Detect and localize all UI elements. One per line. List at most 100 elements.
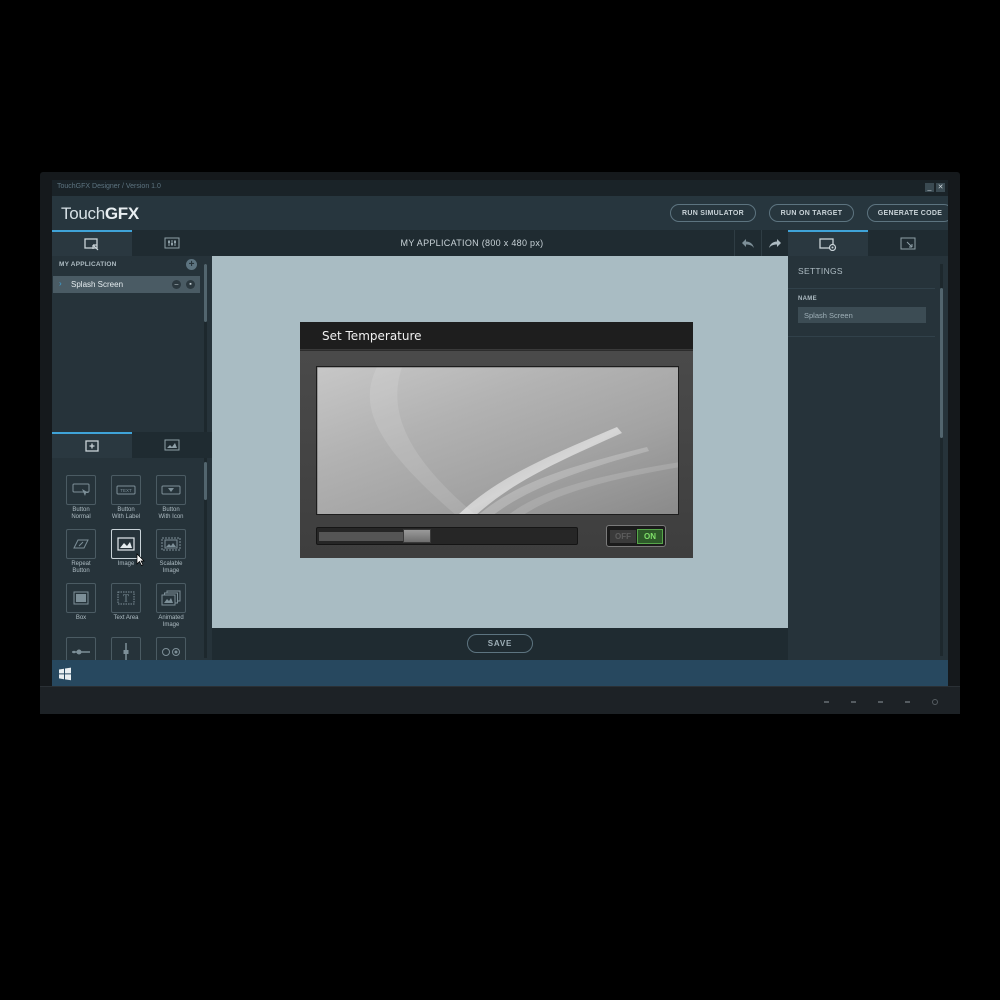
undo-button[interactable] xyxy=(734,230,761,256)
display-image[interactable] xyxy=(316,366,679,515)
generate-code-button[interactable]: GENERATE CODE xyxy=(867,204,948,222)
undo-redo-group xyxy=(734,230,788,256)
box-icon xyxy=(66,583,96,613)
screen-settings-icon xyxy=(819,237,837,251)
run-on-target-button[interactable]: RUN ON TARGET xyxy=(769,204,854,222)
widget-button-with-label[interactable]: TEXT Button With Label xyxy=(109,475,143,521)
mouse-cursor-icon xyxy=(136,553,145,566)
widgets-scroll-thumb[interactable] xyxy=(204,462,207,500)
device-title: Set Temperature xyxy=(322,329,422,343)
image-list-icon xyxy=(164,439,180,451)
tab-screens[interactable] xyxy=(52,230,132,256)
slider-knob[interactable] xyxy=(403,529,431,543)
icon-button-icon xyxy=(156,475,186,505)
app-header: TouchGFX RUN SIMULATOR RUN ON TARGET GEN… xyxy=(52,196,948,230)
widget-scalable-image[interactable]: Scalable Image xyxy=(154,529,188,575)
select-screen-icon xyxy=(84,237,99,250)
add-screen-icon[interactable]: + xyxy=(186,259,197,270)
power-icon[interactable] xyxy=(932,699,938,705)
right-panel: SETTINGS NAME xyxy=(788,230,948,660)
undo-icon xyxy=(742,238,754,248)
monitor-button[interactable] xyxy=(851,701,856,703)
sliders-icon xyxy=(164,237,180,249)
toggle-off-label: OFF xyxy=(610,530,636,543)
widget-label: Animated Image xyxy=(158,615,184,628)
widget-button-with-icon[interactable]: Button With Icon xyxy=(154,475,188,521)
device-body: OFF ON xyxy=(300,351,693,558)
monitor-buttons xyxy=(824,699,938,705)
widget-label: Box xyxy=(75,615,87,621)
settings-divider xyxy=(788,288,935,289)
close-button[interactable]: ✕ xyxy=(936,183,945,192)
remove-screen-icon[interactable]: – xyxy=(172,280,181,289)
widgets-scrollbar[interactable] xyxy=(204,462,207,658)
screens-scroll-thumb[interactable] xyxy=(204,264,207,322)
tab-transitions[interactable] xyxy=(868,230,948,256)
design-footer: SAVE xyxy=(212,628,788,660)
widget-label: Text Area xyxy=(113,615,139,621)
slider-fill xyxy=(319,532,403,541)
minimize-button[interactable]: _ xyxy=(925,183,934,192)
monitor-button[interactable] xyxy=(905,701,910,703)
monitor-button[interactable] xyxy=(878,701,883,703)
repeat-button-icon xyxy=(66,529,96,559)
redo-button[interactable] xyxy=(761,230,788,256)
window-titlebar: TouchGFX Designer / Version 1.0 _ ✕ xyxy=(52,180,948,196)
temperature-slider[interactable] xyxy=(316,527,578,545)
tab-properties[interactable] xyxy=(132,230,212,256)
tab-image-list[interactable] xyxy=(132,432,212,458)
widget-tabbar xyxy=(52,432,212,458)
on-off-toggle[interactable]: OFF ON xyxy=(606,525,666,547)
widget-box[interactable]: Box xyxy=(64,583,98,622)
screen-item-label: Splash Screen xyxy=(71,280,124,289)
widget-label: Scalable Image xyxy=(159,561,183,574)
widget-label: Button With Icon xyxy=(158,507,184,520)
animated-image-icon xyxy=(156,583,186,613)
save-button[interactable]: SAVE xyxy=(467,634,533,653)
add-widget-icon xyxy=(85,440,99,452)
settings-heading: SETTINGS xyxy=(798,266,843,276)
widget-image[interactable]: Image xyxy=(109,529,145,568)
device-title-bar: Set Temperature xyxy=(300,322,693,350)
screen-list-item[interactable]: › Splash Screen – ▪ xyxy=(53,276,200,293)
settings-scrollbar[interactable] xyxy=(940,264,943,656)
settings-scroll-thumb[interactable] xyxy=(940,288,943,438)
redo-icon xyxy=(769,238,781,248)
design-area: MY APPLICATION (800 x 480 px) Set Temper… xyxy=(212,230,788,660)
duplicate-screen-icon[interactable]: ▪ xyxy=(186,280,195,289)
text-area-icon: T xyxy=(111,583,141,613)
left-panel: MY APPLICATION + › Splash Screen – ▪ But… xyxy=(52,230,212,667)
device-screen-preview[interactable]: Set Temperature OFF ON xyxy=(300,322,693,558)
monitor-bezel xyxy=(40,686,960,714)
tab-add-widget[interactable] xyxy=(52,432,132,458)
transition-icon xyxy=(900,237,916,249)
windows-start-icon[interactable] xyxy=(58,667,72,681)
os-taskbar xyxy=(52,660,948,688)
monitor: TouchGFX Designer / Version 1.0 _ ✕ Touc… xyxy=(40,172,960,714)
touchgfx-logo: TouchGFX xyxy=(61,204,139,224)
widget-repeat-button[interactable]: Repeat Button xyxy=(64,529,98,575)
my-application-heading: MY APPLICATION xyxy=(59,261,117,268)
settings-divider xyxy=(788,336,935,337)
widget-label: Repeat Button xyxy=(71,561,91,574)
design-header: MY APPLICATION (800 x 480 px) xyxy=(212,230,788,256)
widget-animated-image[interactable]: Animated Image xyxy=(154,583,188,629)
widget-button-normal[interactable]: Button Normal xyxy=(64,475,98,521)
left-top-tabbar xyxy=(52,230,212,256)
logo-text-bold: GFX xyxy=(104,204,139,223)
name-field-label: NAME xyxy=(798,296,817,302)
design-canvas[interactable]: Set Temperature OFF ON xyxy=(212,256,788,628)
screen-name-input[interactable] xyxy=(798,307,926,323)
svg-text:TEXT: TEXT xyxy=(120,488,132,493)
run-simulator-button[interactable]: RUN SIMULATOR xyxy=(670,204,756,222)
application-title: MY APPLICATION (800 x 480 px) xyxy=(400,238,544,248)
widget-text-area[interactable]: T Text Area xyxy=(109,583,143,622)
window-title: TouchGFX Designer / Version 1.0 xyxy=(57,183,161,190)
widget-label: Button With Label xyxy=(111,507,141,520)
monitor-button[interactable] xyxy=(824,701,829,703)
window-controls: _ ✕ xyxy=(925,183,945,192)
tab-screen-settings[interactable] xyxy=(788,230,868,256)
text-button-icon: TEXT xyxy=(111,475,141,505)
logo-text-light: Touch xyxy=(61,204,105,223)
toggle-on-label: ON xyxy=(637,529,663,544)
